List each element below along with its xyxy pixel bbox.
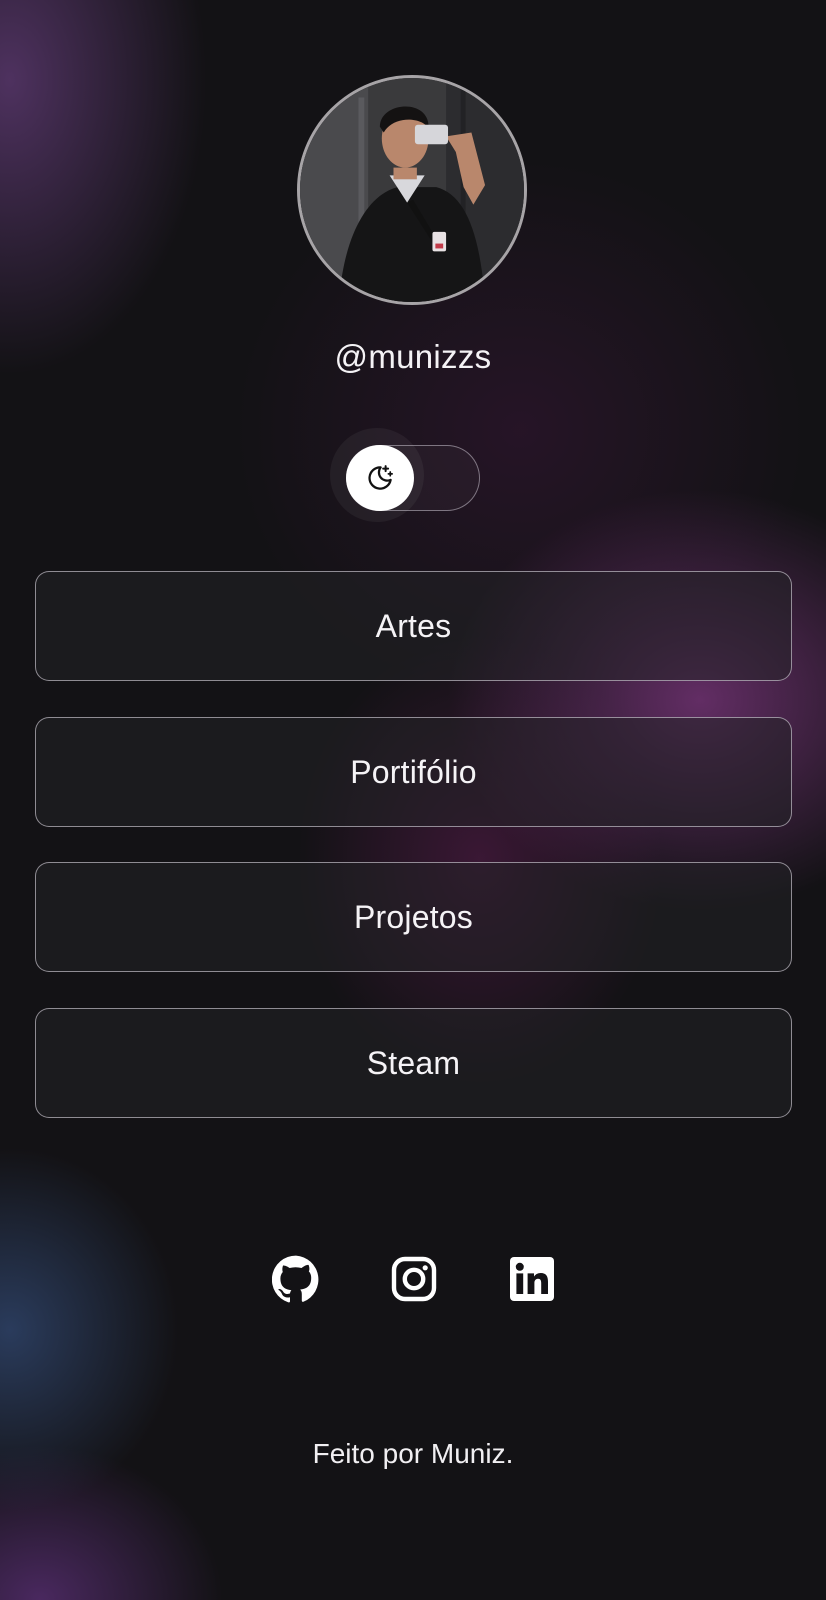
footer-credit: Feito por Muniz. (312, 1438, 514, 1469)
link-button-label: Artes (375, 607, 452, 644)
link-button-steam[interactable]: Steam (35, 1008, 792, 1118)
link-button-portifolio[interactable]: Portifólio (35, 717, 792, 827)
github-icon (272, 1255, 319, 1303)
theme-toggle-knob[interactable] (346, 445, 414, 511)
linkedin-link[interactable] (508, 1255, 556, 1303)
link-button-artes[interactable]: Artes (35, 571, 792, 681)
linkedin-icon (510, 1257, 554, 1301)
profile-handle: @munizzs (334, 338, 492, 375)
profile-avatar (297, 75, 527, 305)
moon-stars-icon (368, 465, 393, 490)
instagram-icon (391, 1256, 437, 1302)
github-link[interactable] (272, 1255, 320, 1303)
link-button-label: Portifólio (350, 753, 477, 790)
profile-photo (300, 78, 524, 302)
link-button-label: Projetos (354, 898, 473, 935)
link-button-label: Steam (366, 1044, 461, 1081)
instagram-link[interactable] (390, 1255, 438, 1303)
link-button-projetos[interactable]: Projetos (35, 862, 792, 972)
